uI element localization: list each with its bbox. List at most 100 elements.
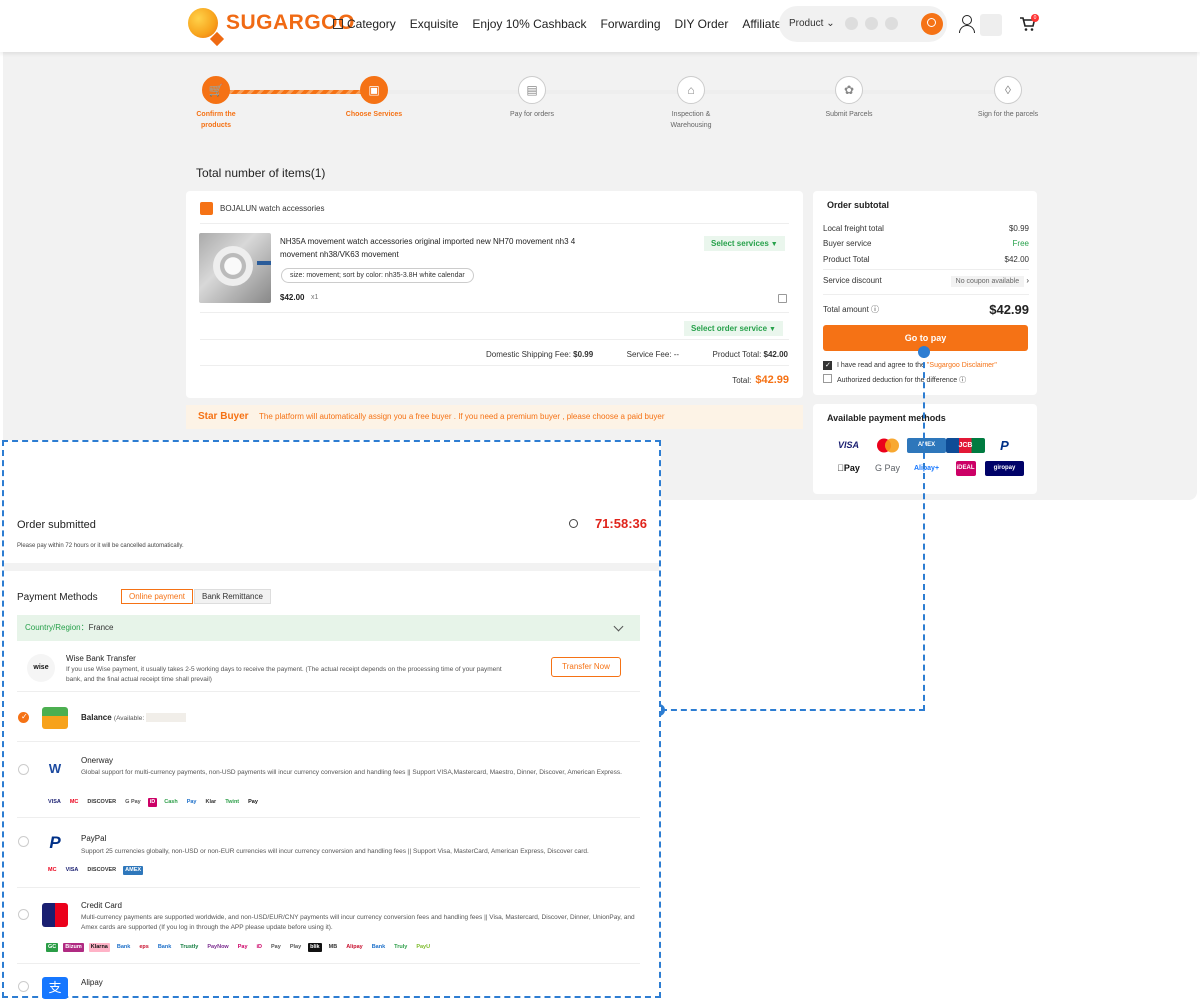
credit-card-radio[interactable]: [18, 909, 29, 920]
wallet-icon: [42, 707, 68, 729]
alipay-icon: 支: [42, 977, 68, 999]
nav-forwarding[interactable]: Forwarding: [600, 17, 660, 31]
available-payment-title: Available payment methods: [827, 413, 946, 423]
trustly-icon: Trustly: [180, 944, 199, 950]
twint-icon: Twint: [225, 799, 240, 805]
paypal-icon: P: [49, 833, 61, 852]
user-icon[interactable]: [958, 15, 975, 33]
cashapp-icon: Cash: [164, 799, 178, 805]
paypal-icon: P: [1000, 438, 1009, 453]
section-separator: [4, 563, 659, 571]
discover-icon: DISCOVER: [87, 867, 117, 873]
transfer-now-button[interactable]: Transfer Now: [551, 657, 621, 677]
credit-card-desc: Multi-currency payments are supported wo…: [81, 914, 635, 931]
domestic-shipping-fee: Domestic Shipping Fee: $0.99: [486, 350, 594, 359]
product-title[interactable]: NH35A movement watch accessories origina…: [280, 235, 590, 261]
step-inspection: ⌂ Inspection & Warehousing: [656, 76, 726, 131]
country-region-select[interactable]: Country/Region：France: [17, 615, 640, 641]
blik-icon: blik: [308, 943, 322, 952]
alipay-plus-icon: Alipay+: [913, 465, 940, 472]
wise-desc: If you use Wise payment, it usually take…: [66, 666, 502, 683]
main-nav: Category Exquisite Enjoy 10% Cashback Fo…: [333, 17, 839, 31]
clock-icon: [569, 519, 578, 528]
select-services-button[interactable]: Select services: [704, 236, 785, 251]
info-icon[interactable]: ⓘ: [959, 377, 966, 384]
product-qty: x1: [311, 294, 319, 301]
summary-row: Buyer service Free: [823, 239, 1029, 248]
search-button[interactable]: [921, 13, 943, 35]
multibanco-icon: MB: [328, 944, 338, 950]
coupon-select[interactable]: No coupon available: [950, 276, 1025, 287]
divider: [823, 269, 1029, 270]
grid-icon: [333, 19, 343, 29]
alipay-title: Alipay: [81, 978, 103, 987]
disclaimer-link[interactable]: "Sugargoo Disclaimer": [927, 362, 997, 369]
giropay-icon: giropay: [985, 461, 1024, 476]
avatar[interactable]: [980, 14, 1002, 36]
camera-icon[interactable]: [845, 17, 858, 30]
info-icon[interactable]: ⓘ: [871, 305, 879, 314]
service-discount-row[interactable]: Service discount No coupon available ›: [823, 276, 1029, 287]
mastercard-icon: [868, 438, 907, 453]
discover-icon: DISCOVER: [87, 799, 117, 805]
payment-logos: VISA AMEX JCB P Pay G Pay Alipay+ iDEAL…: [829, 438, 1024, 476]
step-confirm-products: 🛒 Confirm the products: [181, 76, 251, 131]
order-submitted-panel: Order submitted Please pay within 72 hou…: [2, 440, 661, 999]
card-icon: ▤: [518, 76, 546, 104]
paynow-icon: PayNow: [207, 944, 229, 950]
authorized-deduction-checkbox[interactable]: [823, 374, 832, 383]
nav-category[interactable]: Category: [333, 17, 396, 31]
step-pay-orders: ▤ Pay for orders: [497, 76, 567, 120]
star-buyer-title: Star Buyer: [198, 411, 249, 422]
divider: [17, 741, 640, 742]
truly-icon: Truly: [394, 944, 408, 950]
step-sign-parcels: ◊ Sign for the parcels: [973, 76, 1043, 120]
ideal-icon: iD: [147, 798, 158, 807]
divider: [200, 339, 789, 340]
agree-text: I have read and agree to the "Sugargoo D…: [837, 362, 997, 369]
divider: [823, 294, 1029, 295]
google-pay-icon: G Pay: [874, 463, 900, 473]
nav-cashback[interactable]: Enjoy 10% Cashback: [472, 17, 586, 31]
agree-checkbox[interactable]: [823, 361, 832, 370]
pay-icon: Pay: [237, 944, 248, 950]
visa-icon: VISA: [837, 440, 859, 450]
alipay-radio[interactable]: [18, 981, 29, 992]
search-scope-select[interactable]: Product ⌄: [789, 18, 835, 29]
search-bar[interactable]: Product ⌄: [779, 6, 947, 42]
product-sku: size: movement; sort by color: nh35-3.8H…: [281, 268, 474, 283]
nav-diy-order[interactable]: DIY Order: [675, 17, 729, 31]
apple-pay-icon: Pay: [837, 463, 860, 473]
klarna-icon: Klar: [205, 799, 217, 805]
authorized-deduction-text: Authorized deduction for the difference …: [837, 377, 967, 384]
bizum-icon: Bizum: [63, 943, 84, 952]
select-order-service-button[interactable]: Select order service: [684, 321, 783, 336]
tab-bank-remittance[interactable]: Bank Remittance: [194, 589, 271, 604]
store-name[interactable]: BOJALUN watch accessories: [220, 204, 324, 213]
google-pay-icon: G Pay: [125, 799, 141, 805]
total-amount-row: Total amount ⓘ $42.99: [823, 302, 1029, 317]
bank-icon: Bank: [157, 944, 172, 950]
paypal-radio[interactable]: [18, 836, 29, 847]
connector-line: [661, 709, 925, 711]
connector-dot: [918, 346, 930, 358]
alipay-icon: Alipay: [346, 944, 363, 950]
divider: [17, 963, 640, 964]
countdown-timer: 71:58:36: [594, 516, 647, 531]
product-thumbnail[interactable]: [199, 233, 271, 303]
onerway-radio[interactable]: [18, 764, 29, 775]
warehouse-icon: ⌂: [677, 76, 705, 104]
sugargoo-logo[interactable]: SUGARGOO: [188, 8, 355, 38]
tab-online-payment[interactable]: Online payment: [121, 589, 194, 604]
onerway-icon: W: [48, 761, 62, 776]
jcb-icon: JCB: [946, 438, 985, 453]
wise-title: Wise Bank Transfer: [66, 654, 136, 663]
image-search-icon[interactable]: [885, 17, 898, 30]
nav-exquisite[interactable]: Exquisite: [410, 17, 459, 31]
visa-icon: VISA: [48, 799, 61, 805]
total-items-heading: Total number of items(1): [196, 166, 326, 180]
bank-icon: Bank: [371, 944, 386, 950]
edit-icon[interactable]: [778, 294, 787, 303]
link-icon[interactable]: [865, 17, 878, 30]
balance-radio[interactable]: [18, 712, 29, 723]
